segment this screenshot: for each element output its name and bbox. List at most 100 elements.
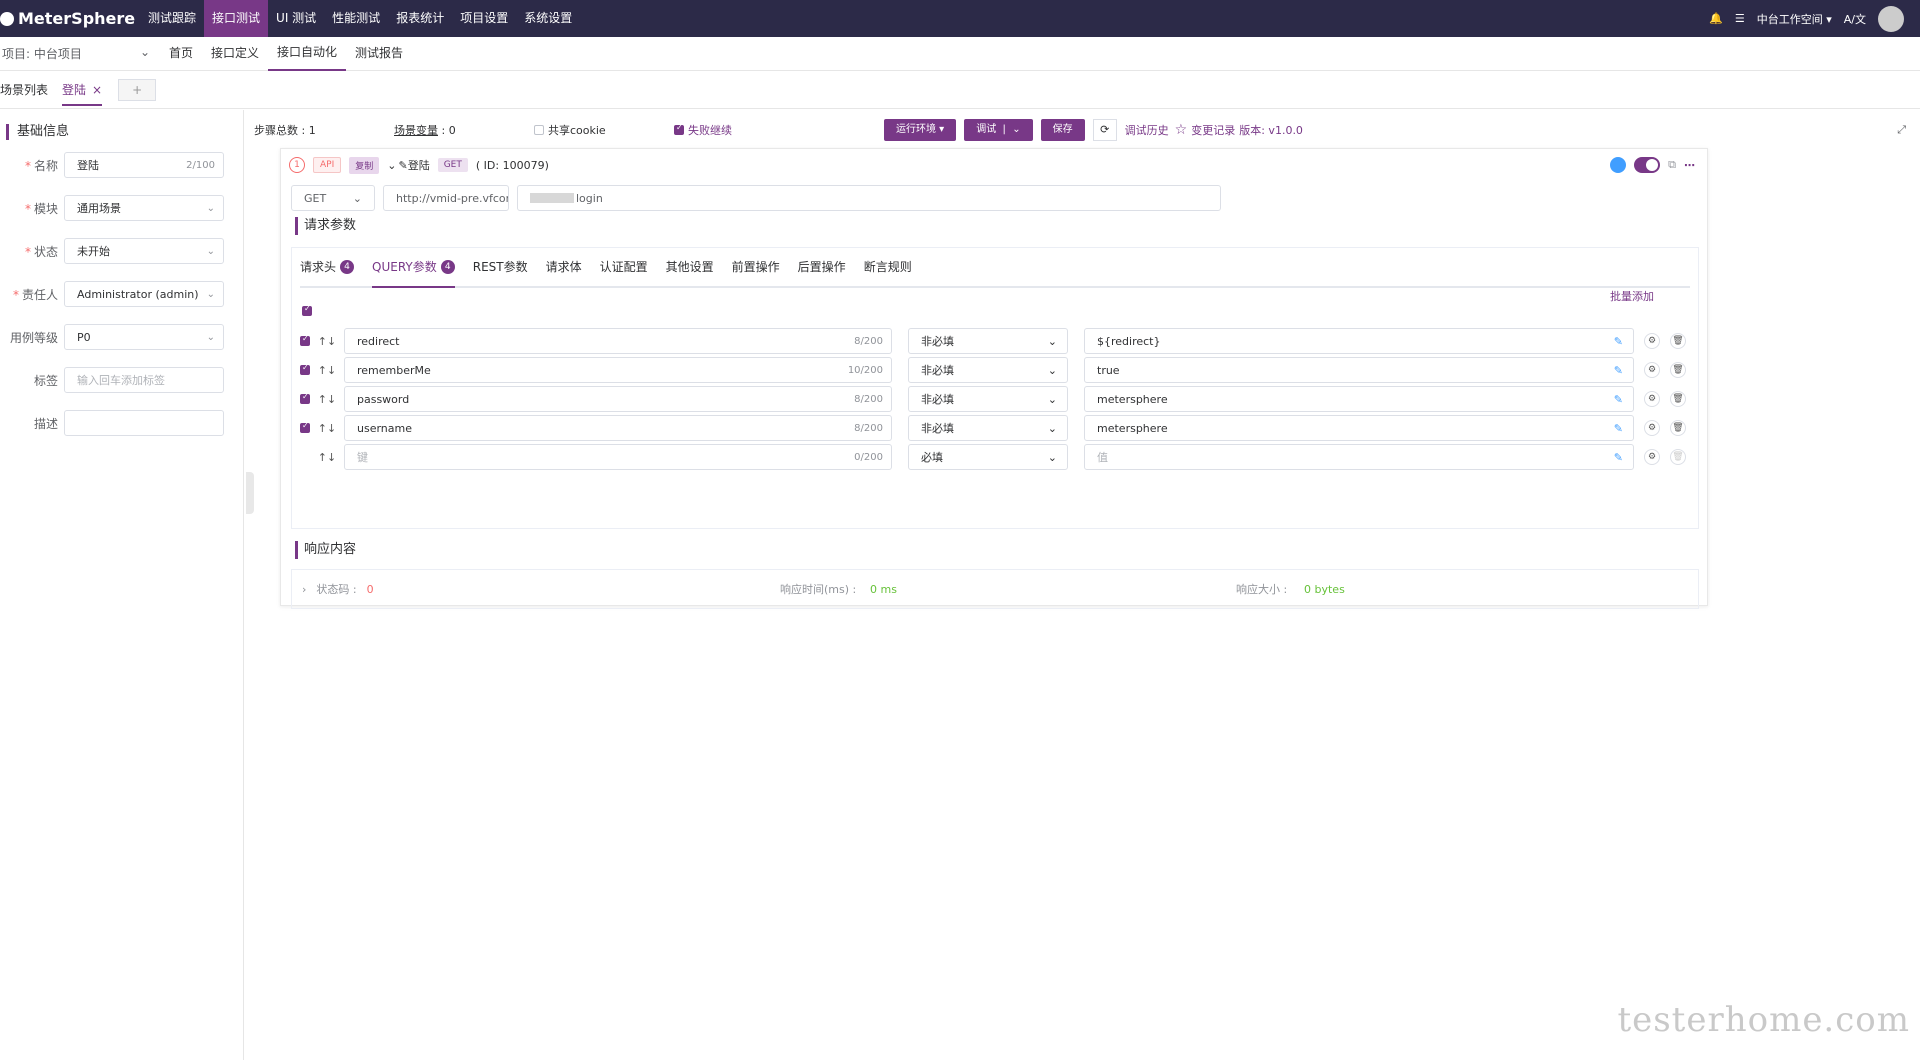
debug-history-link[interactable]: 调试历史 [1125,122,1169,138]
delete-icon[interactable]: 🗑 [1670,391,1686,407]
add-tab-button[interactable]: + [118,78,157,101]
tab-post[interactable]: 后置操作 [798,248,846,286]
level-select[interactable]: P0 ⌄ [64,324,224,350]
param-key-input[interactable]: redirect 8/200 [344,328,892,354]
sort-arrows-icon[interactable]: ↑↓ [310,451,344,464]
nav-item-report[interactable]: 报表统计 [388,0,452,37]
tab-query[interactable]: QUERY参数 4 [372,248,455,288]
gear-icon[interactable]: ⚙ [1644,420,1660,436]
gear-icon[interactable]: ⚙ [1644,362,1660,378]
new-param-value-input[interactable]: 值 ✎ [1084,444,1634,470]
sort-arrows-icon[interactable]: ↑↓ [310,364,344,377]
sub-nav-home[interactable]: 首页 [160,37,202,70]
domain-input[interactable]: http://vmid-pre.vfcorp [383,185,509,211]
status-select[interactable]: 未开始 ⌄ [64,238,224,264]
bell-icon[interactable]: 🔔 [1709,12,1723,25]
param-key-input[interactable]: rememberMe 10/200 [344,357,892,383]
language-switch[interactable]: A/文 [1844,11,1866,27]
row-checkbox[interactable] [300,334,310,346]
save-button[interactable]: 保存 [1040,119,1085,141]
method-select[interactable]: GET ⌄ [291,185,375,211]
select-all-checkbox[interactable] [302,304,312,316]
tab-scenario-list[interactable]: 场景列表 [0,81,48,98]
app-logo[interactable]: MeterSphere [0,0,140,37]
nav-item-ui-test[interactable]: UI 测试 [268,0,324,37]
more-icon[interactable]: ⋯ [1684,159,1695,172]
delete-icon[interactable]: 🗑 [1670,449,1686,465]
delete-icon[interactable]: 🗑 [1670,333,1686,349]
param-value-input[interactable]: true ✎ [1084,357,1634,383]
sub-nav-test-report[interactable]: 测试报告 [346,37,412,70]
path-input[interactable]: login [517,185,1221,211]
name-input[interactable]: 登陆 2/100 [64,152,224,178]
sub-nav-api-definition[interactable]: 接口定义 [202,37,268,70]
copy-icon[interactable]: ⧉ [1668,158,1676,172]
nav-item-api-test[interactable]: 接口测试 [204,0,269,37]
nav-item-performance[interactable]: 性能测试 [324,0,388,37]
collapse-handle[interactable] [246,472,254,514]
gear-icon[interactable]: ⚙ [1644,449,1660,465]
close-icon[interactable]: × [92,83,102,97]
row-checkbox[interactable] [300,392,310,404]
param-required-select[interactable]: 非必填 ⌄ [908,386,1068,412]
list-icon[interactable]: ☰ [1735,12,1745,25]
param-required-select[interactable]: 非必填 ⌄ [908,328,1068,354]
sort-arrows-icon[interactable]: ↑↓ [310,335,344,348]
param-value-input[interactable]: metersphere ✎ [1084,415,1634,441]
delete-icon[interactable]: 🗑 [1670,420,1686,436]
nav-item-system-settings[interactable]: 系统设置 [516,0,580,37]
edit-icon[interactable]: ✎ [398,159,407,172]
run-env-button[interactable]: 运行环境 ▾ [884,119,957,141]
change-log-link[interactable]: 变更记录 [1191,122,1235,138]
module-select[interactable]: 通用场景 ⌄ [64,195,224,221]
tab-rest[interactable]: REST参数 [473,248,528,286]
param-required-select[interactable]: 非必填 ⌄ [908,415,1068,441]
tab-other[interactable]: 其他设置 [666,248,714,286]
param-key-input[interactable]: password 8/200 [344,386,892,412]
collapse-icon[interactable]: ⌄ [387,159,396,172]
owner-select[interactable]: Administrator (admin) ⌄ [64,281,224,307]
tab-auth[interactable]: 认证配置 [600,248,648,286]
version-link[interactable]: 版本: v1.0.0 [1239,122,1303,138]
gear-icon[interactable]: ⚙ [1644,333,1660,349]
tab-pre[interactable]: 前置操作 [732,248,780,286]
row-checkbox[interactable] [300,363,310,375]
gear-icon[interactable]: ⚙ [1644,391,1660,407]
row-checkbox[interactable] [300,421,310,433]
avatar[interactable] [1878,5,1904,32]
param-value-input[interactable]: ${redirect} ✎ [1084,328,1634,354]
nav-item-test-track[interactable]: 测试跟踪 [140,0,204,37]
project-select[interactable]: 项目: 中台项目 ⌄ [0,45,160,62]
debug-button[interactable]: 调试 | ⌄ [964,119,1033,141]
batch-add-link[interactable]: 批量添加 [1610,288,1654,306]
sort-arrows-icon[interactable]: ↑↓ [310,393,344,406]
param-value-input[interactable]: metersphere ✎ [1084,386,1634,412]
tab-scenario-login[interactable]: 登陆 × [62,81,103,106]
tag-input[interactable]: 输入回车添加标签 [64,367,224,393]
param-required-select[interactable]: 非必填 ⌄ [908,357,1068,383]
name-label: * 名称 [24,158,58,173]
scenario-vars[interactable]: 场景变量 : 0 [394,122,534,138]
sort-arrows-icon[interactable]: ↑↓ [310,422,344,435]
chevron-right-icon[interactable]: › [302,583,306,596]
fail-continue-checkbox[interactable]: 失败继续 [674,122,884,138]
fullscreen-icon[interactable]: ⤢ [1897,123,1906,137]
tab-headers[interactable]: 请求头 4 [300,248,355,286]
sub-nav-api-automation[interactable]: 接口自动化 [268,36,347,71]
param-key-input[interactable]: username 8/200 [344,415,892,441]
new-param-required-select[interactable]: 必填 ⌄ [908,444,1068,470]
new-param-key-input[interactable]: 键 0/200 [344,444,892,470]
delete-icon[interactable]: 🗑 [1670,362,1686,378]
step-name[interactable]: 登陆 [408,157,430,173]
tab-body[interactable]: 请求体 [546,248,582,286]
response-panel[interactable]: › 状态码 : 0 响应时间(ms) : 0 ms 响应大小 : 0 bytes [291,569,1699,609]
enable-toggle[interactable] [1634,157,1661,173]
nav-item-project-settings[interactable]: 项目设置 [452,0,516,37]
workspace-select[interactable]: 中台工作空间 ▾ [1757,11,1832,27]
star-icon[interactable]: ☆ [1175,122,1188,138]
enable-icon[interactable] [1610,157,1627,173]
refresh-icon[interactable]: ⟳ [1092,119,1117,141]
desc-textarea[interactable] [64,410,224,436]
tab-assert[interactable]: 断言规则 [864,248,912,286]
share-cookie-checkbox[interactable]: 共享cookie [534,122,674,138]
